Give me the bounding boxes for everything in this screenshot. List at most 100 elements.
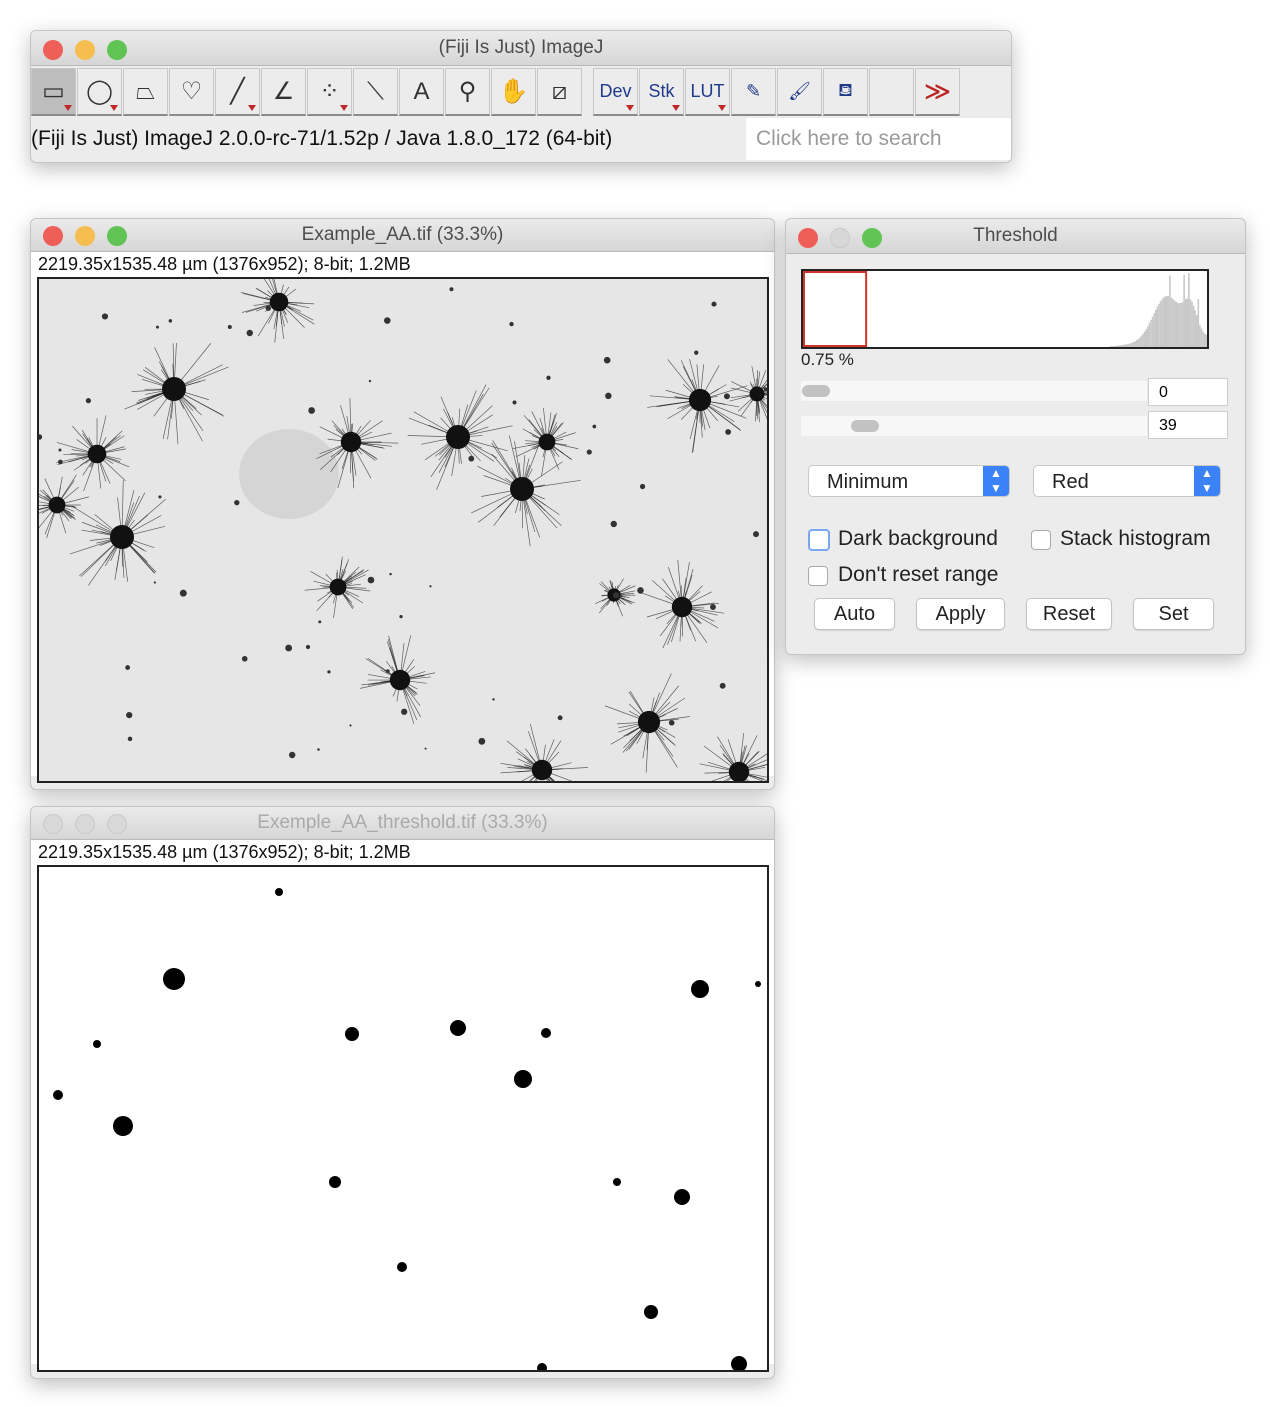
close-button[interactable] [43,226,63,246]
dont-reset-range-label: Don't reset range [838,563,999,586]
menu-indicator-icon [718,105,726,111]
histogram-bar [1120,345,1122,347]
color-picker-tool[interactable]: ⧄ [537,68,582,116]
title-bar[interactable]: Exemple_AA_threshold.tif (33.3%) [31,807,774,840]
particle [288,751,296,759]
wand-tool[interactable]: ⟍ [353,68,398,116]
dev-menu[interactable]: Dev [593,68,638,116]
particle [639,483,646,490]
angle-tool[interactable]: ∠ [261,68,306,116]
more-tools[interactable]: ≫ [915,68,960,116]
particle [153,581,156,584]
minimize-button[interactable] [75,40,95,60]
close-button[interactable] [798,228,818,248]
thresholded-colony [329,1176,341,1188]
chevron-updown-icon: ▲ ▼ [983,466,1009,496]
histogram-bar [1131,342,1133,347]
close-button[interactable] [43,814,63,834]
minimize-button[interactable] [830,228,850,248]
brush-tool[interactable]: 🖌 [777,68,822,116]
flood-fill-tool[interactable]: ⛾ [823,68,868,116]
histogram-bar [1159,301,1162,347]
particle [318,620,322,624]
histogram-bar [1121,345,1124,347]
image-canvas[interactable] [37,277,769,783]
chevron-updown-icon: ▲ ▼ [1194,466,1220,496]
search-input[interactable]: Click here to search [746,118,1011,160]
imagej-main-window: (Fiji Is Just) ImageJ ▭ ◯ ⏢ ♡ ╱ ∠ ⁘ ⟍ A ⚲ ✋ ⧄ Dev Stk… [30,30,1012,163]
image-canvas[interactable] [37,865,769,1372]
lut-menu[interactable]: LUT [685,68,730,116]
title-bar[interactable]: (Fiji Is Just) ImageJ [31,31,1011,66]
thresholded-colony [450,1020,466,1036]
stk-menu[interactable]: Stk [639,68,684,116]
particle [424,747,427,750]
title-bar[interactable]: Threshold [786,219,1245,254]
stack-histogram-label: Stack histogram [1060,527,1211,550]
particle [241,655,248,662]
histogram-bar [1200,328,1203,347]
minimize-button[interactable] [75,814,95,834]
auto-button[interactable]: Auto [814,598,895,630]
magnifier-tool[interactable]: ⚲ [445,68,490,116]
colony [359,635,436,724]
zoom-button[interactable] [107,226,127,246]
histogram-bar [1165,295,1168,347]
max-threshold-slider[interactable] [801,416,1147,436]
colony [500,723,588,781]
method-select[interactable]: Minimum ▲ ▼ [808,465,1010,497]
particle [753,531,759,538]
pencil-tool[interactable]: ✎ [731,68,776,116]
line-tool[interactable]: ╱ [215,68,260,116]
title-bar[interactable]: Example_AA.tif (33.3%) [31,219,774,252]
reset-button[interactable]: Reset [1026,598,1112,630]
histogram-bar [1109,346,1111,347]
dark-background-checkbox[interactable] [808,529,830,551]
minimize-button[interactable] [75,226,95,246]
histogram-bar [1180,302,1182,347]
histogram-bar [1164,296,1166,347]
slider-knob[interactable] [851,420,879,432]
display-mode-select[interactable]: Red ▲ ▼ [1033,465,1221,497]
hand-tool[interactable]: ✋ [491,68,536,116]
histogram-bar [1161,299,1163,347]
freehand-tool[interactable]: ♡ [169,68,214,116]
window-title: (Fiji Is Just) ImageJ [438,37,604,58]
histogram-bar [1169,275,1171,347]
histogram-bar [1192,305,1195,347]
menu-indicator-icon [110,105,118,111]
histogram-bar [1197,298,1200,347]
multipoint-tool[interactable]: ⁘ [307,68,352,116]
zoom-button[interactable] [107,814,127,834]
text-tool[interactable]: A [399,68,444,116]
oval-tool[interactable]: ◯ [77,68,122,116]
particle [546,375,551,381]
dont-reset-range-checkbox[interactable] [808,566,828,586]
histogram-bar [1124,344,1127,347]
histogram-bar [1151,316,1154,347]
histogram-bar [1112,346,1114,347]
particle [719,682,726,689]
close-button[interactable] [43,40,63,60]
set-button[interactable]: Set [1133,598,1214,630]
menu-indicator-icon [626,105,634,111]
stack-histogram-checkbox[interactable] [1031,530,1051,550]
method-value: Minimum [827,471,909,493]
freehand-icon: ♡ [180,78,203,105]
zoom-button[interactable] [107,40,127,60]
slider-knob[interactable] [802,385,830,397]
max-threshold-field[interactable]: 39 [1148,411,1228,439]
stk-menu-icon: Stk [648,81,675,101]
empty-slot[interactable] [869,68,914,116]
histogram-bar [1172,299,1174,347]
threshold-image-window: Exemple_AA_threshold.tif (33.3%) 2219.35… [30,806,775,1379]
polygon-icon: ⏢ [135,77,156,105]
histogram-bar [1143,331,1146,347]
polygon-tool[interactable]: ⏢ [123,68,168,116]
min-threshold-field[interactable]: 0 [1148,378,1228,406]
min-threshold-slider[interactable] [801,381,1147,401]
zoom-button[interactable] [862,228,882,248]
multipoint-icon: ⁘ [319,78,340,105]
rectangle-tool[interactable]: ▭ [31,68,76,116]
apply-button[interactable]: Apply [916,598,1005,630]
